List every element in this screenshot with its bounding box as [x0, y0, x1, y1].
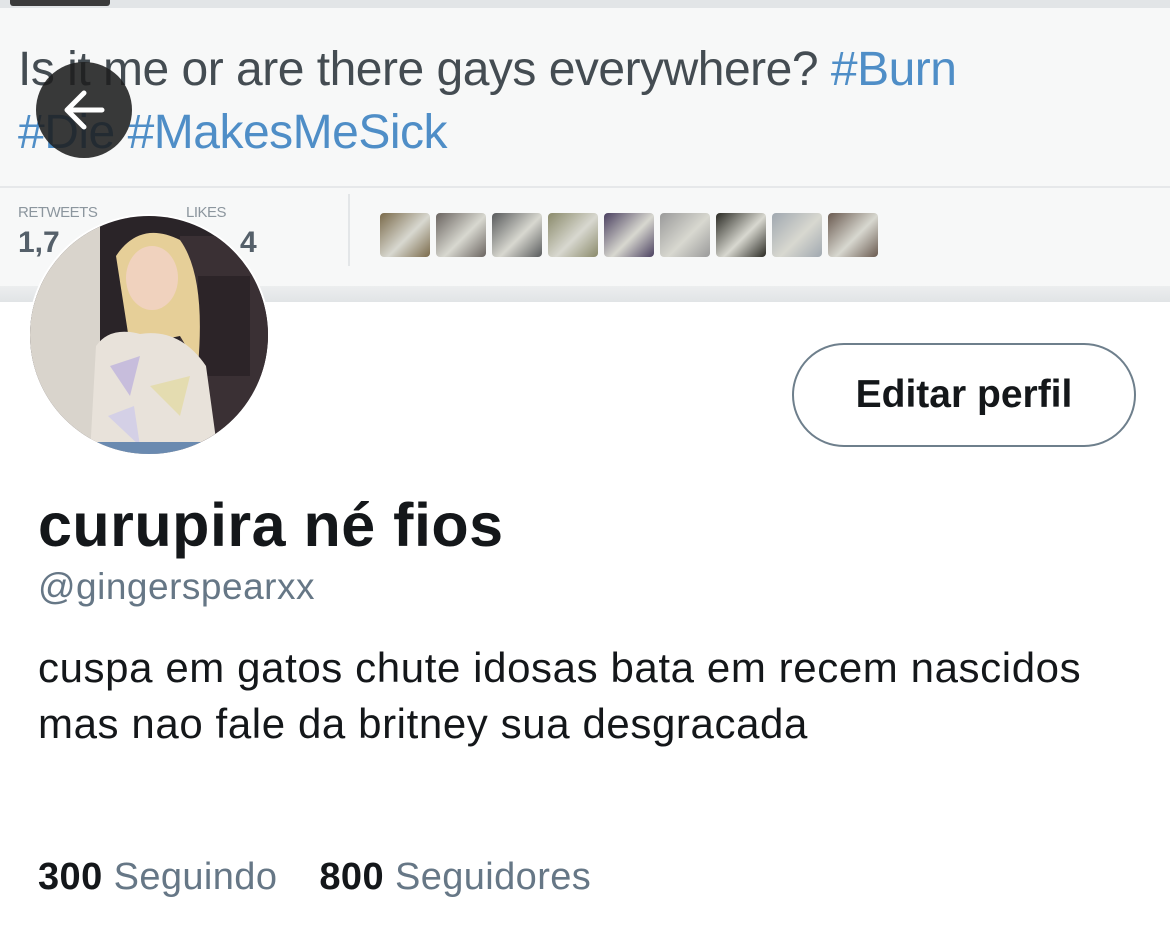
banner-divider — [0, 186, 1170, 188]
follow-stats: 300 Seguindo 800 Seguidores — [38, 856, 591, 899]
liker-avatar — [380, 213, 430, 257]
followers-link[interactable]: 800 Seguidores — [319, 856, 591, 898]
liker-avatar — [660, 213, 710, 257]
stats-divider — [348, 194, 350, 266]
banner-tweet-text: Is it me or are there gays everywhere? #… — [18, 38, 1138, 164]
liker-avatars — [380, 213, 878, 258]
display-name: curupira né fios — [38, 491, 504, 559]
liker-avatar — [716, 213, 766, 257]
profile-bio: cuspa em gatos chute idosas bata em rece… — [38, 644, 1082, 747]
arrow-left-icon — [64, 90, 105, 130]
back-button[interactable] — [36, 62, 132, 158]
hashtag-makesmesick: #MakesMeSick — [127, 106, 448, 159]
following-link[interactable]: 300 Seguindo — [38, 856, 277, 898]
username-handle: @gingerspearxx — [38, 566, 315, 607]
avatar-photo — [30, 216, 268, 454]
edit-profile-button[interactable]: Editar perfil — [792, 343, 1136, 447]
liker-avatar — [436, 213, 486, 257]
liker-avatar — [828, 213, 878, 257]
tweet-body: Is it me or are there gays everywhere? — [18, 43, 819, 96]
following-count: 300 — [38, 856, 103, 898]
followers-count: 800 — [319, 856, 384, 898]
followers-label: Seguidores — [394, 856, 592, 898]
liker-avatar — [772, 213, 822, 257]
hashtag-burn: #Burn — [830, 43, 957, 96]
following-label: Seguindo — [113, 856, 278, 898]
avatar[interactable] — [28, 214, 270, 456]
liker-avatar — [604, 213, 654, 257]
banner-top-edge — [0, 0, 1170, 8]
liker-avatar — [492, 213, 542, 257]
liker-avatar — [548, 213, 598, 257]
